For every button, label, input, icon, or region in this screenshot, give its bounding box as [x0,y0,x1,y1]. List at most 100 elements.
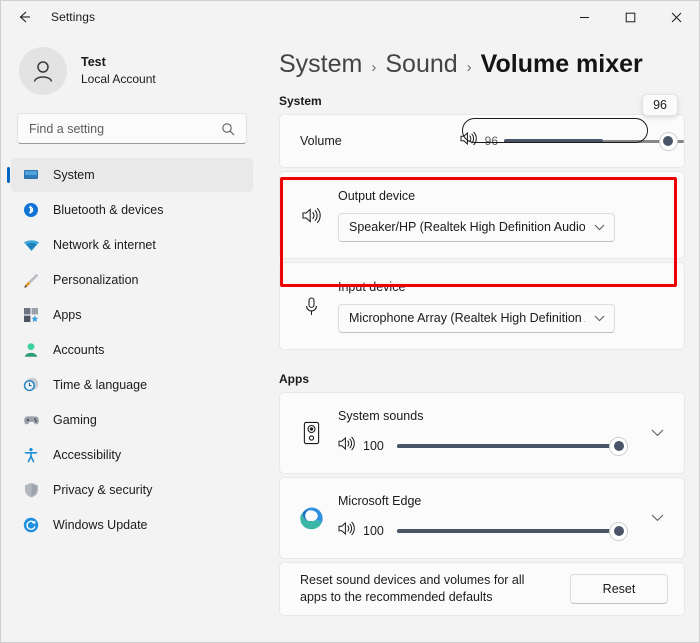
account-section[interactable]: Test Local Account [19,47,263,95]
input-device-row: Input device Microphone Array (Realtek H… [279,262,685,350]
minimize-button[interactable] [561,1,607,33]
sidebar-item-label: Network & internet [53,238,156,252]
expand-button[interactable] [642,429,672,437]
accessibility-icon [22,446,40,464]
volume-slider[interactable] [504,130,684,152]
search-box[interactable] [17,113,247,144]
reset-row: Reset sound devices and volumes for all … [279,562,685,616]
reset-button[interactable]: Reset [570,574,668,604]
expand-button[interactable] [642,514,672,522]
app-row-system-sounds: System sounds 100 [279,392,685,474]
sidebar-item-system[interactable]: System [7,158,253,192]
breadcrumb-sound[interactable]: Sound [385,50,457,79]
search-input[interactable] [18,121,221,136]
gaming-icon [22,411,40,429]
system-icon [22,166,40,184]
time-language-icon [22,376,40,394]
back-button[interactable] [7,2,41,32]
slider-fill [397,529,628,533]
reset-description: Reset sound devices and volumes for all … [300,573,525,604]
volume-row: Volume 96 96 [279,94,685,168]
input-device-value: Microphone Array (Realtek High Definitio… [349,311,585,325]
breadcrumb-separator: › [371,59,377,76]
sidebar-item-accessibility[interactable]: Accessibility [11,438,253,472]
sidebar-item-label: Accounts [53,343,105,357]
sidebar-item-label: Privacy & security [53,483,153,497]
sidebar-item-accounts[interactable]: Accounts [11,333,253,367]
sidebar-item-label: Time & language [53,378,148,392]
app-volume-value: 100 [363,524,384,538]
window-title: Settings [51,10,96,24]
apps-icon [22,306,40,324]
breadcrumb: System › Sound › Volume mixer [279,50,699,79]
account-type: Local Account [81,71,156,86]
slider-thumb[interactable] [609,436,628,456]
speaker-icon [338,521,355,541]
sidebar-item-label: System [53,168,95,182]
output-device-value: Speaker/HP (Realtek High Definition Audi… [349,220,585,234]
avatar [19,47,67,95]
sidebar-item-windows-update[interactable]: Windows Update [11,508,253,542]
slider-thumb[interactable] [658,131,678,151]
breadcrumb-system[interactable]: System [279,50,362,79]
slider-thumb[interactable] [609,521,628,541]
input-device-label: Input device [338,279,406,294]
sidebar-item-label: Windows Update [53,518,148,532]
account-name: Test [81,55,106,70]
sidebar-item-bluetooth-devices[interactable]: Bluetooth & devices [11,193,253,227]
breadcrumb-separator: › [466,59,472,76]
output-device-label: Output device [338,188,416,203]
system-sounds-speaker-icon [296,421,326,445]
sidebar: Test Local Account Find a setting System… [1,33,263,642]
output-device-row: Output device Speaker/HP (Realtek High D… [279,171,685,259]
page-title: Volume mixer [480,50,643,78]
personalization-icon [22,271,40,289]
speaker-icon [460,131,477,151]
content-area: System › Sound › Volume mixer System Vol… [263,33,699,642]
settings-window: Settings Test Local Account Find a setti… [0,0,700,643]
volume-label: Volume [300,134,342,148]
sidebar-item-personalization[interactable]: Personalization [11,263,253,297]
title-bar: Settings [1,1,699,33]
microphone-icon [296,296,326,316]
bluetooth-icon [22,201,40,219]
input-device-dropdown[interactable]: Microphone Array (Realtek High Definitio… [338,303,615,333]
app-name: Microsoft Edge [338,494,422,508]
app-name: System sounds [338,409,424,423]
slider-fill [504,139,603,143]
sidebar-item-label: Apps [53,308,82,322]
sidebar-nav: System Bluetooth & devices Network & int… [1,158,263,542]
window-controls [561,1,699,33]
section-heading-system: System [279,94,322,108]
sidebar-item-gaming[interactable]: Gaming [11,403,253,437]
app-volume-value: 100 [363,439,384,453]
chevron-down-icon [585,224,614,231]
section-heading-apps: Apps [279,372,309,386]
output-device-dropdown[interactable]: Speaker/HP (Realtek High Definition Audi… [338,212,615,242]
accounts-icon [22,341,40,359]
app-volume-slider[interactable] [397,520,628,542]
privacy-security-icon [22,481,40,499]
app-volume-slider[interactable] [397,435,628,457]
microsoft-edge-icon [296,506,326,531]
speaker-icon [338,436,355,456]
volume-value: 96 [484,134,498,148]
close-button[interactable] [653,1,699,33]
sidebar-item-apps[interactable]: Apps [11,298,253,332]
sidebar-item-privacy-security[interactable]: Privacy & security [11,473,253,507]
volume-tooltip: 96 [642,94,678,116]
slider-fill [397,444,628,448]
sidebar-item-label: Accessibility [53,448,122,462]
sidebar-item-label: Gaming [53,413,97,427]
windows-update-icon [22,516,40,534]
sidebar-item-network-internet[interactable]: Network & internet [11,228,253,262]
maximize-button[interactable] [607,1,653,33]
app-row-microsoft-edge: Microsoft Edge 100 [279,477,685,559]
network-icon [22,236,40,254]
chevron-down-icon [585,315,614,322]
speaker-icon [296,207,326,224]
sidebar-item-label: Bluetooth & devices [53,203,164,217]
sidebar-item-label: Personalization [53,273,139,287]
search-icon [221,122,246,136]
sidebar-item-time-language[interactable]: Time & language [11,368,253,402]
